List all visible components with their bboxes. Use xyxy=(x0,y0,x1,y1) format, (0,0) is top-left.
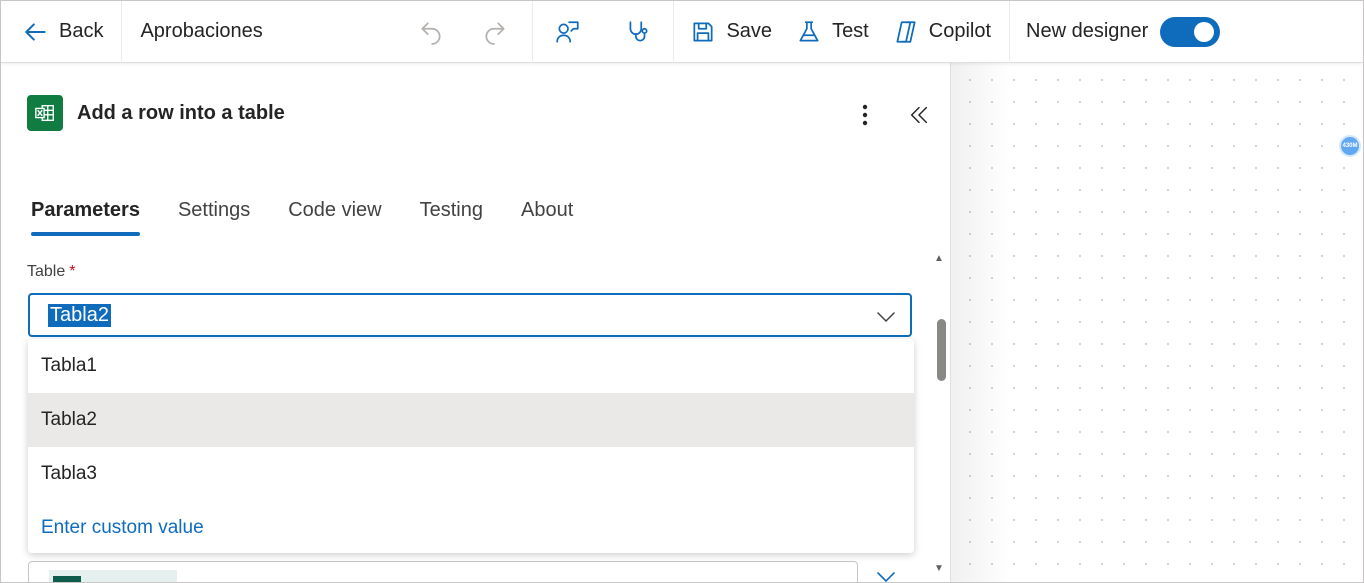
chevron-down-icon[interactable] xyxy=(874,305,898,329)
health-check-button[interactable] xyxy=(603,1,673,63)
redo-icon xyxy=(482,19,508,45)
next-parameter-field[interactable] xyxy=(28,561,858,582)
save-icon xyxy=(690,19,716,45)
table-label-text: Table xyxy=(27,263,66,280)
table-combobox[interactable]: Tabla2 xyxy=(28,293,912,337)
tab-settings[interactable]: Settings xyxy=(178,199,250,236)
beaker-icon xyxy=(796,19,822,45)
undo-icon xyxy=(418,19,444,45)
arrow-left-icon xyxy=(23,19,49,45)
tab-parameters[interactable]: Parameters xyxy=(31,199,140,236)
command-bar: Back Aprobaciones Save Test Copilot New … xyxy=(1,1,1363,63)
undo-button[interactable] xyxy=(410,1,452,63)
toggle-knob xyxy=(1194,21,1215,42)
save-label: Save xyxy=(726,20,773,42)
required-marker: * xyxy=(69,263,76,280)
new-designer-toggle[interactable]: New designer xyxy=(1010,1,1232,63)
token-icon xyxy=(53,576,81,582)
tab-about[interactable]: About xyxy=(521,199,573,236)
table-combobox-value[interactable]: Tabla2 xyxy=(48,303,111,327)
tab-testing[interactable]: Testing xyxy=(420,199,483,236)
panel-header: Add a row into a table xyxy=(27,95,285,131)
enter-custom-value-option[interactable]: Enter custom value xyxy=(28,501,914,555)
token-chip[interactable] xyxy=(49,570,177,582)
more-options-icon[interactable] xyxy=(853,101,877,129)
back-label: Back xyxy=(59,20,104,42)
redo-button[interactable] xyxy=(452,1,532,63)
option-tabla1[interactable]: Tabla1 xyxy=(28,339,914,393)
panel-tabs: Parameters Settings Code view Testing Ab… xyxy=(31,199,573,236)
toggle-switch[interactable] xyxy=(1160,16,1221,47)
scrollbar-thumb[interactable] xyxy=(937,319,946,381)
chevron-down-icon[interactable] xyxy=(874,567,902,582)
copilot-label: Copilot xyxy=(928,20,992,42)
test-button[interactable]: Test xyxy=(784,1,881,63)
designer-canvas[interactable]: 430M xyxy=(951,63,1363,582)
scroll-down-arrow-icon[interactable]: ▼ xyxy=(934,563,944,574)
back-button[interactable]: Back xyxy=(1,1,121,63)
scroll-up-arrow-icon[interactable]: ▲ xyxy=(934,253,944,264)
collapse-panel-icon[interactable] xyxy=(905,101,933,129)
option-tabla2[interactable]: Tabla2 xyxy=(28,393,914,447)
person-feedback-icon xyxy=(555,19,581,45)
copilot-button[interactable]: Copilot xyxy=(881,1,1009,63)
table-field-label: Table * xyxy=(27,263,75,281)
new-designer-label: New designer xyxy=(1026,20,1149,42)
stethoscope-icon xyxy=(625,19,651,45)
flow-checker-button[interactable] xyxy=(533,1,603,63)
flow-name: Aprobaciones xyxy=(140,20,263,42)
action-details-panel: Add a row into a table Parameters Settin… xyxy=(1,63,951,582)
canvas-node-badge[interactable]: 430M xyxy=(1339,135,1361,157)
table-options-listbox: Tabla1 Tabla2 Tabla3 Enter custom value xyxy=(28,339,914,553)
option-tabla3[interactable]: Tabla3 xyxy=(28,447,914,501)
test-label: Test xyxy=(832,20,869,42)
canvas-shadow xyxy=(951,63,1011,582)
app-window: Back Aprobaciones Save Test Copilot New … xyxy=(0,0,1364,583)
copilot-icon xyxy=(893,19,919,45)
excel-icon xyxy=(27,95,63,131)
save-button[interactable]: Save xyxy=(674,1,784,63)
panel-title: Add a row into a table xyxy=(77,101,285,124)
tab-code-view[interactable]: Code view xyxy=(288,199,381,236)
